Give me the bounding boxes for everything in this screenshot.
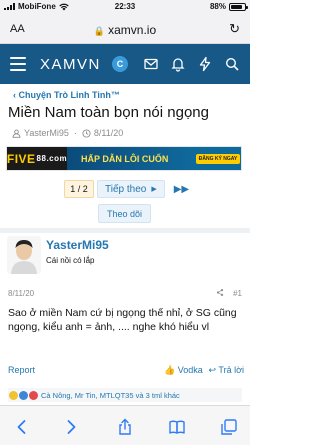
follow-button[interactable]: Theo dõi <box>98 204 152 223</box>
post-content: Sao ở miền Nam cứ bị ngọng thế nhỉ, ở SG… <box>8 307 237 333</box>
user-title: Cái nồi có lắp <box>46 256 95 265</box>
page-indicator[interactable]: 1 / 2 <box>64 180 94 198</box>
breadcrumb[interactable]: ‹ Chuyện Trò Linh Tinh™ <box>13 90 120 100</box>
ad-cta-button[interactable]: ĐĂNG KÝ NGAY <box>195 153 241 164</box>
status-bar: MobiFone 22:33 88% <box>0 0 250 14</box>
reply-label: Trả lời <box>218 365 244 375</box>
browser-toolbar <box>0 405 250 445</box>
search-icon[interactable] <box>224 56 240 72</box>
react-label: Vodka <box>177 365 203 375</box>
breadcrumb-label: Chuyện Trò Linh Tinh™ <box>18 90 120 100</box>
love-reaction-icon <box>29 390 38 400</box>
next-page-label: Tiếp theo <box>105 183 147 195</box>
share-sheet-icon[interactable] <box>116 418 134 436</box>
ad-promo-text: HẤP DẪN LÔI CUỐN <box>67 147 195 170</box>
lightning-icon[interactable] <box>197 56 213 72</box>
share-icon[interactable] <box>216 288 224 297</box>
laugh-reaction-icon <box>9 390 18 400</box>
ad-banner[interactable]: FIVE 88.com HẤP DẪN LÔI CUỐN ĐĂNG KÝ NGAY <box>6 146 242 171</box>
thread-date[interactable]: 8/11/20 <box>94 128 123 138</box>
bell-icon[interactable] <box>170 56 186 72</box>
url-field[interactable]: 🔒 xamvn.io <box>0 23 250 37</box>
bookmarks-icon[interactable] <box>168 418 186 436</box>
battery-icon <box>229 2 248 11</box>
last-page-icon[interactable]: ▶▶ <box>174 184 189 195</box>
tabs-icon[interactable] <box>220 418 238 436</box>
play-icon: ▶ <box>151 186 157 193</box>
browser-address-bar: AA 🔒 xamvn.io ↻ <box>0 14 250 44</box>
inbox-icon[interactable] <box>143 56 159 72</box>
post-number[interactable]: #1 <box>233 289 242 298</box>
clock-icon <box>82 128 91 138</box>
menu-icon[interactable] <box>10 57 26 71</box>
post-username[interactable]: YasterMi95 <box>46 238 109 252</box>
pagination: 1 / 2 Tiếp theo ▶ ▶▶ <box>64 180 189 198</box>
thread-meta: YasterMi95 · 8/11/20 <box>12 128 123 138</box>
reactions-text: Cà Nông, Mr Tin, MTLQT35 và 3 tml khác <box>41 390 180 400</box>
post-date[interactable]: 8/11/20 <box>8 289 34 298</box>
thread-author[interactable]: YasterMi95 <box>24 128 69 138</box>
battery-percent: 88% <box>209 2 226 11</box>
like-reaction-icon <box>19 390 28 400</box>
site-logo[interactable]: XAMVN <box>40 56 101 73</box>
reply-icon: ↩ <box>208 365 217 375</box>
user-avatar[interactable]: C <box>112 56 128 72</box>
ad-brand: FIVE 88.com <box>7 147 67 170</box>
reply-button[interactable]: ↩ Trả lời <box>209 365 244 376</box>
post-author-avatar[interactable] <box>7 236 41 274</box>
forward-icon[interactable] <box>62 418 80 436</box>
reload-icon[interactable]: ↻ <box>229 21 240 37</box>
back-icon[interactable] <box>13 418 31 436</box>
url-text: xamvn.io <box>108 23 157 37</box>
user-icon <box>12 129 21 138</box>
page-title: Miền Nam toàn bọn nói ngọng <box>8 104 209 121</box>
thumbs-up-icon: 👍 <box>164 365 176 375</box>
lock-icon: 🔒 <box>93 26 106 36</box>
section-divider <box>0 228 250 233</box>
react-button[interactable]: 👍 Vodka <box>164 365 203 376</box>
next-page-button[interactable]: Tiếp theo ▶ <box>97 180 165 198</box>
site-header: XAMVN C <box>0 44 250 84</box>
reactions-bar[interactable]: Cà Nông, Mr Tin, MTLQT35 và 3 tml khác <box>8 388 242 402</box>
report-button[interactable]: Report <box>8 365 35 375</box>
